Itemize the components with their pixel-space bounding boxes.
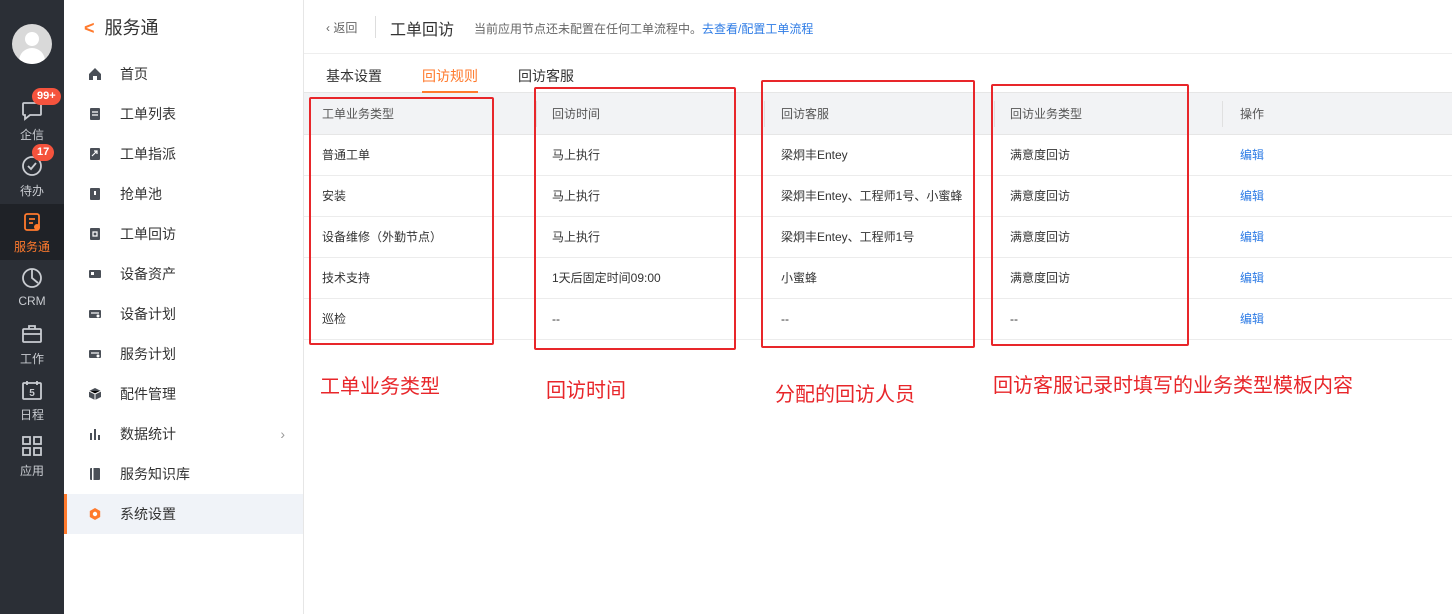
calendar-day-text: 5 — [29, 388, 35, 399]
settings-icon — [89, 508, 101, 520]
tab-revisit-rules[interactable]: 回访规则 — [422, 66, 478, 93]
app-window: 99+ 企信 17 待办 服务通 CRM 工作 5 日程 应用 < 服务通 首页… — [0, 0, 1452, 614]
device-plan-icon — [89, 310, 101, 318]
rail-label-schedule: 日程 — [19, 408, 44, 422]
sidebar-item-ticket-revisit[interactable]: 工单回访 — [64, 214, 303, 254]
clipboard-icon — [90, 108, 100, 120]
rail-label-todo: 待办 — [19, 184, 44, 198]
sidebar-item-parts[interactable]: 配件管理 — [64, 374, 303, 414]
annotation-note-ticket-type: 工单业务类型 — [320, 376, 440, 398]
chevron-left-icon[interactable]: < — [84, 14, 95, 42]
annotation-note-revisit-time: 回访时间 — [546, 380, 626, 402]
sidebar-item-label: 服务知识库 — [120, 466, 190, 482]
rail-item-service[interactable]: 服务通 — [0, 204, 64, 260]
sidebar-item-ticket-list[interactable]: 工单列表 — [64, 94, 303, 134]
rail-item-work[interactable]: 工作 — [0, 316, 64, 372]
annotation-box-business-type — [991, 84, 1189, 346]
sidebar-item-label: 设备资产 — [120, 266, 176, 282]
page-title: 工单回访 — [390, 22, 455, 39]
sidebar-item-system-settings[interactable]: 系统设置 — [64, 494, 303, 534]
sidebar-item-grab-pool[interactable]: 抢单池 — [64, 174, 303, 214]
header-actions: 操作 — [1240, 107, 1265, 121]
service-icon — [24, 213, 40, 231]
tab-basic-settings[interactable]: 基本设置 — [326, 66, 382, 93]
sidebar-item-device-plan[interactable]: 设备计划 — [64, 294, 303, 334]
avatar[interactable] — [12, 24, 52, 64]
rail-label-service: 服务通 — [13, 240, 50, 254]
sidebar-title: 服务通 — [104, 18, 159, 38]
service-plan-icon — [89, 350, 101, 358]
rail-label-work: 工作 — [19, 352, 44, 366]
service-sidebar: < 服务通 首页 工单列表 工单指派 抢单池 工单回访 设备资产 设备计划 服务… — [64, 0, 304, 614]
messages-badge: 99+ — [32, 88, 61, 105]
configure-workflow-link[interactable]: 去查看/配置工单流程 — [702, 22, 813, 36]
annotation-box-ticket-type — [309, 97, 494, 345]
assign-icon — [90, 148, 100, 160]
workflow-hint: 当前应用节点还未配置在任何工单流程中。去查看/配置工单流程 — [474, 20, 813, 37]
avatar-body-shape — [19, 48, 45, 64]
pie-chart-icon — [22, 268, 42, 288]
box-icon — [88, 388, 102, 400]
sidebar-item-label: 抢单池 — [120, 186, 162, 202]
sidebar-item-label: 设备计划 — [120, 306, 176, 322]
rail-label-apps: 应用 — [19, 464, 44, 478]
back-link[interactable]: ‹ 返回 — [326, 19, 357, 36]
rail-item-messages[interactable]: 99+ 企信 — [0, 88, 64, 148]
sidebar-item-label: 工单指派 — [120, 146, 176, 162]
briefcase-icon — [22, 325, 42, 343]
book-icon — [90, 468, 100, 480]
sidebar-item-ticket-assign[interactable]: 工单指派 — [64, 134, 303, 174]
home-icon — [89, 68, 101, 80]
pool-icon — [90, 188, 100, 200]
annotation-box-revisit-agent — [761, 80, 975, 348]
sidebar-item-label: 数据统计 — [120, 426, 176, 442]
sidebar-item-device-assets[interactable]: 设备资产 — [64, 254, 303, 294]
device-card-icon — [89, 270, 101, 278]
rail-item-todo[interactable]: 17 待办 — [0, 144, 64, 204]
rail-item-crm[interactable]: CRM — [0, 260, 64, 316]
sidebar-item-label: 配件管理 — [120, 386, 176, 402]
revisit-icon — [90, 228, 100, 240]
sidebar-item-label: 服务计划 — [120, 346, 176, 362]
sidebar-header[interactable]: < 服务通 — [84, 14, 159, 42]
global-nav-rail: 99+ 企信 17 待办 服务通 CRM 工作 5 日程 应用 — [0, 0, 64, 614]
avatar-head-shape — [25, 32, 39, 46]
sidebar-item-label: 工单列表 — [120, 106, 176, 122]
sidebar-item-statistics[interactable]: 数据统计 › — [64, 414, 303, 454]
rail-label-crm: CRM — [18, 294, 46, 308]
sidebar-item-home[interactable]: 首页 — [64, 54, 303, 94]
header-divider — [375, 16, 376, 38]
edit-link[interactable]: 编辑 — [1240, 299, 1264, 340]
edit-link[interactable]: 编辑 — [1240, 217, 1264, 258]
workflow-hint-text: 当前应用节点还未配置在任何工单流程中。 — [474, 22, 703, 36]
rail-item-schedule[interactable]: 5 日程 — [0, 372, 64, 428]
rail-item-apps[interactable]: 应用 — [0, 428, 64, 484]
annotation-box-revisit-time — [534, 87, 736, 350]
sidebar-item-label: 首页 — [120, 66, 148, 82]
sidebar-item-knowledge-base[interactable]: 服务知识库 — [64, 454, 303, 494]
annotation-note-business-template: 回访客服记录时填写的业务类型模板内容 — [993, 375, 1353, 397]
grid-icon — [22, 436, 42, 456]
bar-chart-icon — [90, 429, 100, 440]
todo-badge: 17 — [32, 144, 55, 161]
annotation-note-agents: 分配的回访人员 — [775, 384, 915, 406]
edit-link[interactable]: 编辑 — [1240, 258, 1264, 299]
column-divider — [1222, 101, 1223, 127]
page-header: ‹ 返回 工单回访 当前应用节点还未配置在任何工单流程中。去查看/配置工单流程 — [304, 0, 1452, 54]
chevron-right-icon: › — [280, 426, 285, 442]
edit-link[interactable]: 编辑 — [1240, 176, 1264, 217]
edit-link[interactable]: 编辑 — [1240, 135, 1264, 176]
sidebar-item-label: 系统设置 — [120, 506, 176, 522]
sidebar-item-label: 工单回访 — [120, 226, 176, 242]
sidebar-item-service-plan[interactable]: 服务计划 — [64, 334, 303, 374]
rail-label-messages: 企信 — [19, 128, 44, 142]
calendar-icon: 5 — [22, 381, 42, 400]
